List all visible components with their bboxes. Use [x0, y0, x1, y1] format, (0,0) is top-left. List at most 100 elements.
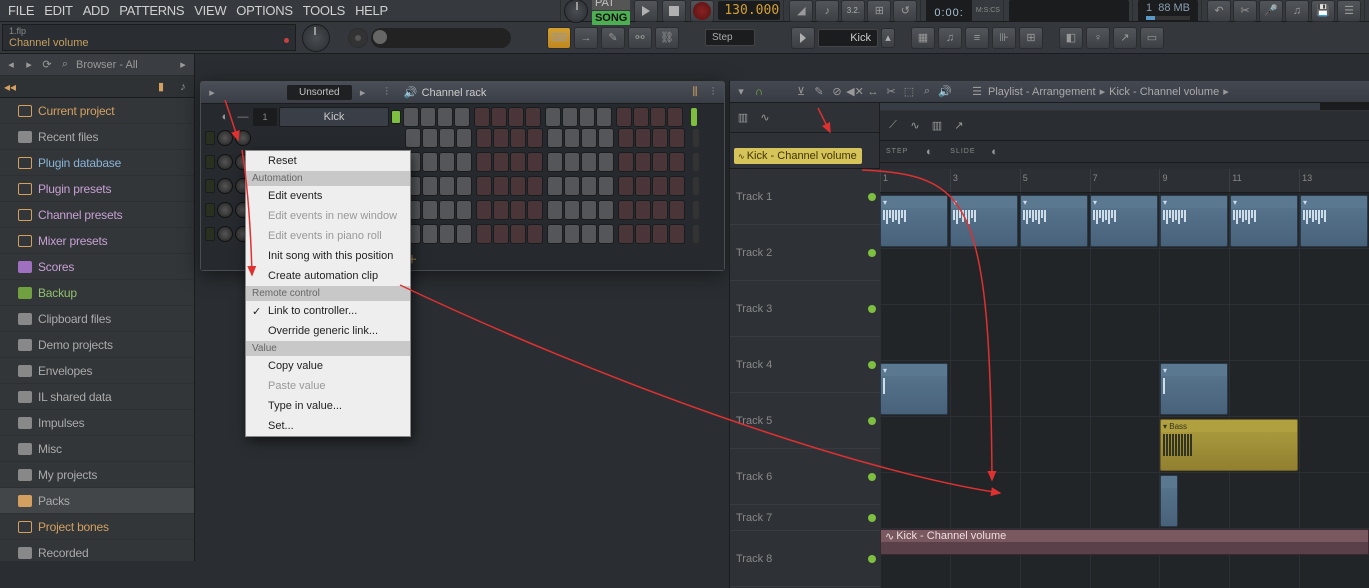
step[interactable] [652, 128, 668, 148]
bar-marker[interactable]: 3 [950, 169, 1020, 192]
browser-item-14[interactable]: My projects [0, 462, 194, 488]
step[interactable] [527, 152, 543, 172]
time-display[interactable]: 0:00: [926, 0, 971, 22]
step[interactable] [510, 176, 526, 196]
cut-button[interactable]: ✂ [1233, 0, 1257, 22]
pattern-selector-slider[interactable] [371, 28, 511, 48]
browser-expand-icon[interactable]: ▸ [176, 58, 190, 72]
cr-select[interactable] [693, 177, 699, 195]
step[interactable] [598, 224, 614, 244]
step[interactable] [422, 200, 438, 220]
step[interactable] [618, 224, 634, 244]
step[interactable] [581, 176, 597, 196]
step[interactable] [564, 128, 580, 148]
browser-title[interactable]: Browser - All [76, 59, 172, 71]
ctx-item[interactable]: Init song with this position [246, 246, 410, 266]
cr-mute-led[interactable] [205, 179, 215, 193]
pl-track-header[interactable]: Track 6 [730, 449, 880, 505]
bar-marker[interactable]: 7 [1090, 169, 1160, 192]
pl-magnet-icon[interactable]: ⊻ [794, 85, 808, 99]
step[interactable] [564, 200, 580, 220]
pl-headphones-icon[interactable]: ∩ [752, 85, 766, 99]
step[interactable] [491, 107, 507, 127]
pattern-clip[interactable]: ▾ [950, 195, 1018, 247]
master-pitch-knob[interactable] [302, 24, 330, 52]
step[interactable] [508, 107, 524, 127]
step[interactable] [562, 107, 578, 127]
pl-slip-icon[interactable]: ↔ [866, 85, 880, 99]
cr-vol-knob[interactable] [235, 130, 251, 146]
pl-track-header[interactable]: Track 2 [730, 225, 880, 281]
step[interactable] [439, 176, 455, 196]
step[interactable] [545, 107, 561, 127]
cr-select-0[interactable] [691, 108, 697, 126]
pl-lane[interactable]: ▾▾▾▾▾▾▾ [880, 193, 1369, 249]
link-button[interactable]: ✎ [601, 27, 625, 49]
browser-item-15[interactable]: Packs [0, 488, 194, 514]
step[interactable] [527, 200, 543, 220]
cr-mute-led[interactable] [205, 155, 215, 169]
loop-record-button[interactable]: ↺ [893, 0, 917, 22]
menu-file[interactable]: FILE [4, 0, 38, 21]
cr-graph-icon[interactable]: ⫼ [688, 86, 702, 100]
menu-help[interactable]: HELP [351, 0, 392, 21]
ctx-item[interactable]: Edit events [246, 186, 410, 206]
step[interactable] [510, 128, 526, 148]
audio-preview-icon[interactable]: ♪ [176, 80, 190, 94]
step[interactable] [456, 128, 472, 148]
step[interactable] [439, 128, 455, 148]
pl-mute-icon[interactable]: ◀✕ [848, 85, 862, 99]
ctx-item[interactable]: Set... [246, 416, 410, 436]
step[interactable] [476, 200, 492, 220]
step[interactable] [564, 176, 580, 196]
pattern-clip[interactable]: ▾ [1020, 195, 1088, 247]
step[interactable] [618, 176, 634, 196]
step[interactable] [476, 128, 492, 148]
step[interactable] [652, 224, 668, 244]
step[interactable] [618, 200, 634, 220]
step[interactable] [456, 224, 472, 244]
channel-prev[interactable] [791, 27, 815, 49]
step[interactable] [547, 200, 563, 220]
cr-channel-name-0[interactable]: Kick [279, 107, 389, 127]
bar-marker[interactable]: 1 [880, 169, 950, 192]
menu-patterns[interactable]: PATTERNS [115, 0, 188, 21]
step[interactable] [581, 224, 597, 244]
pl-expand-icon[interactable]: ↗ [952, 119, 966, 133]
step[interactable] [547, 176, 563, 196]
undo-button[interactable]: ↶ [1207, 0, 1231, 22]
step[interactable] [476, 152, 492, 172]
step[interactable] [454, 107, 470, 127]
cr-group-arrow[interactable]: ▸ [356, 86, 370, 100]
browser-fwd-icon[interactable]: ▸ [22, 58, 36, 72]
step[interactable] [652, 176, 668, 196]
cr-select[interactable] [693, 153, 699, 171]
pl-slice-icon[interactable]: ✂ [884, 85, 898, 99]
cr-group-dropdown[interactable]: Unsorted [287, 85, 352, 100]
render-button[interactable]: ♫ [1285, 0, 1309, 22]
record-button[interactable] [690, 0, 714, 22]
step[interactable] [476, 224, 492, 244]
step[interactable] [635, 176, 651, 196]
browser-search-icon[interactable]: ⌕ [58, 58, 72, 72]
step[interactable] [547, 224, 563, 244]
pattern-clip[interactable]: ▾ [1160, 363, 1228, 415]
step[interactable] [439, 224, 455, 244]
view-browser-button[interactable]: ⊞ [1019, 27, 1043, 49]
stop-button[interactable] [662, 0, 686, 22]
typing-keyboard-button[interactable]: ⌨ [547, 27, 571, 49]
step-edit-button[interactable]: → [574, 27, 598, 49]
step[interactable] [564, 224, 580, 244]
step[interactable] [525, 107, 541, 127]
pl-path-playlist[interactable]: Playlist - Arrangement [988, 86, 1096, 98]
bar-marker[interactable]: 11 [1229, 169, 1299, 192]
plugin-picker-button[interactable]: ◧ [1059, 27, 1083, 49]
step[interactable] [456, 200, 472, 220]
pl-lane[interactable]: ∿Kick - Channel volume [880, 529, 1369, 555]
pl-track-header[interactable]: Track 7 [730, 505, 880, 531]
step[interactable] [579, 107, 595, 127]
play-button[interactable] [634, 0, 658, 22]
channel-select[interactable]: Kick [818, 29, 878, 47]
step[interactable] [596, 107, 612, 127]
step[interactable] [493, 176, 509, 196]
